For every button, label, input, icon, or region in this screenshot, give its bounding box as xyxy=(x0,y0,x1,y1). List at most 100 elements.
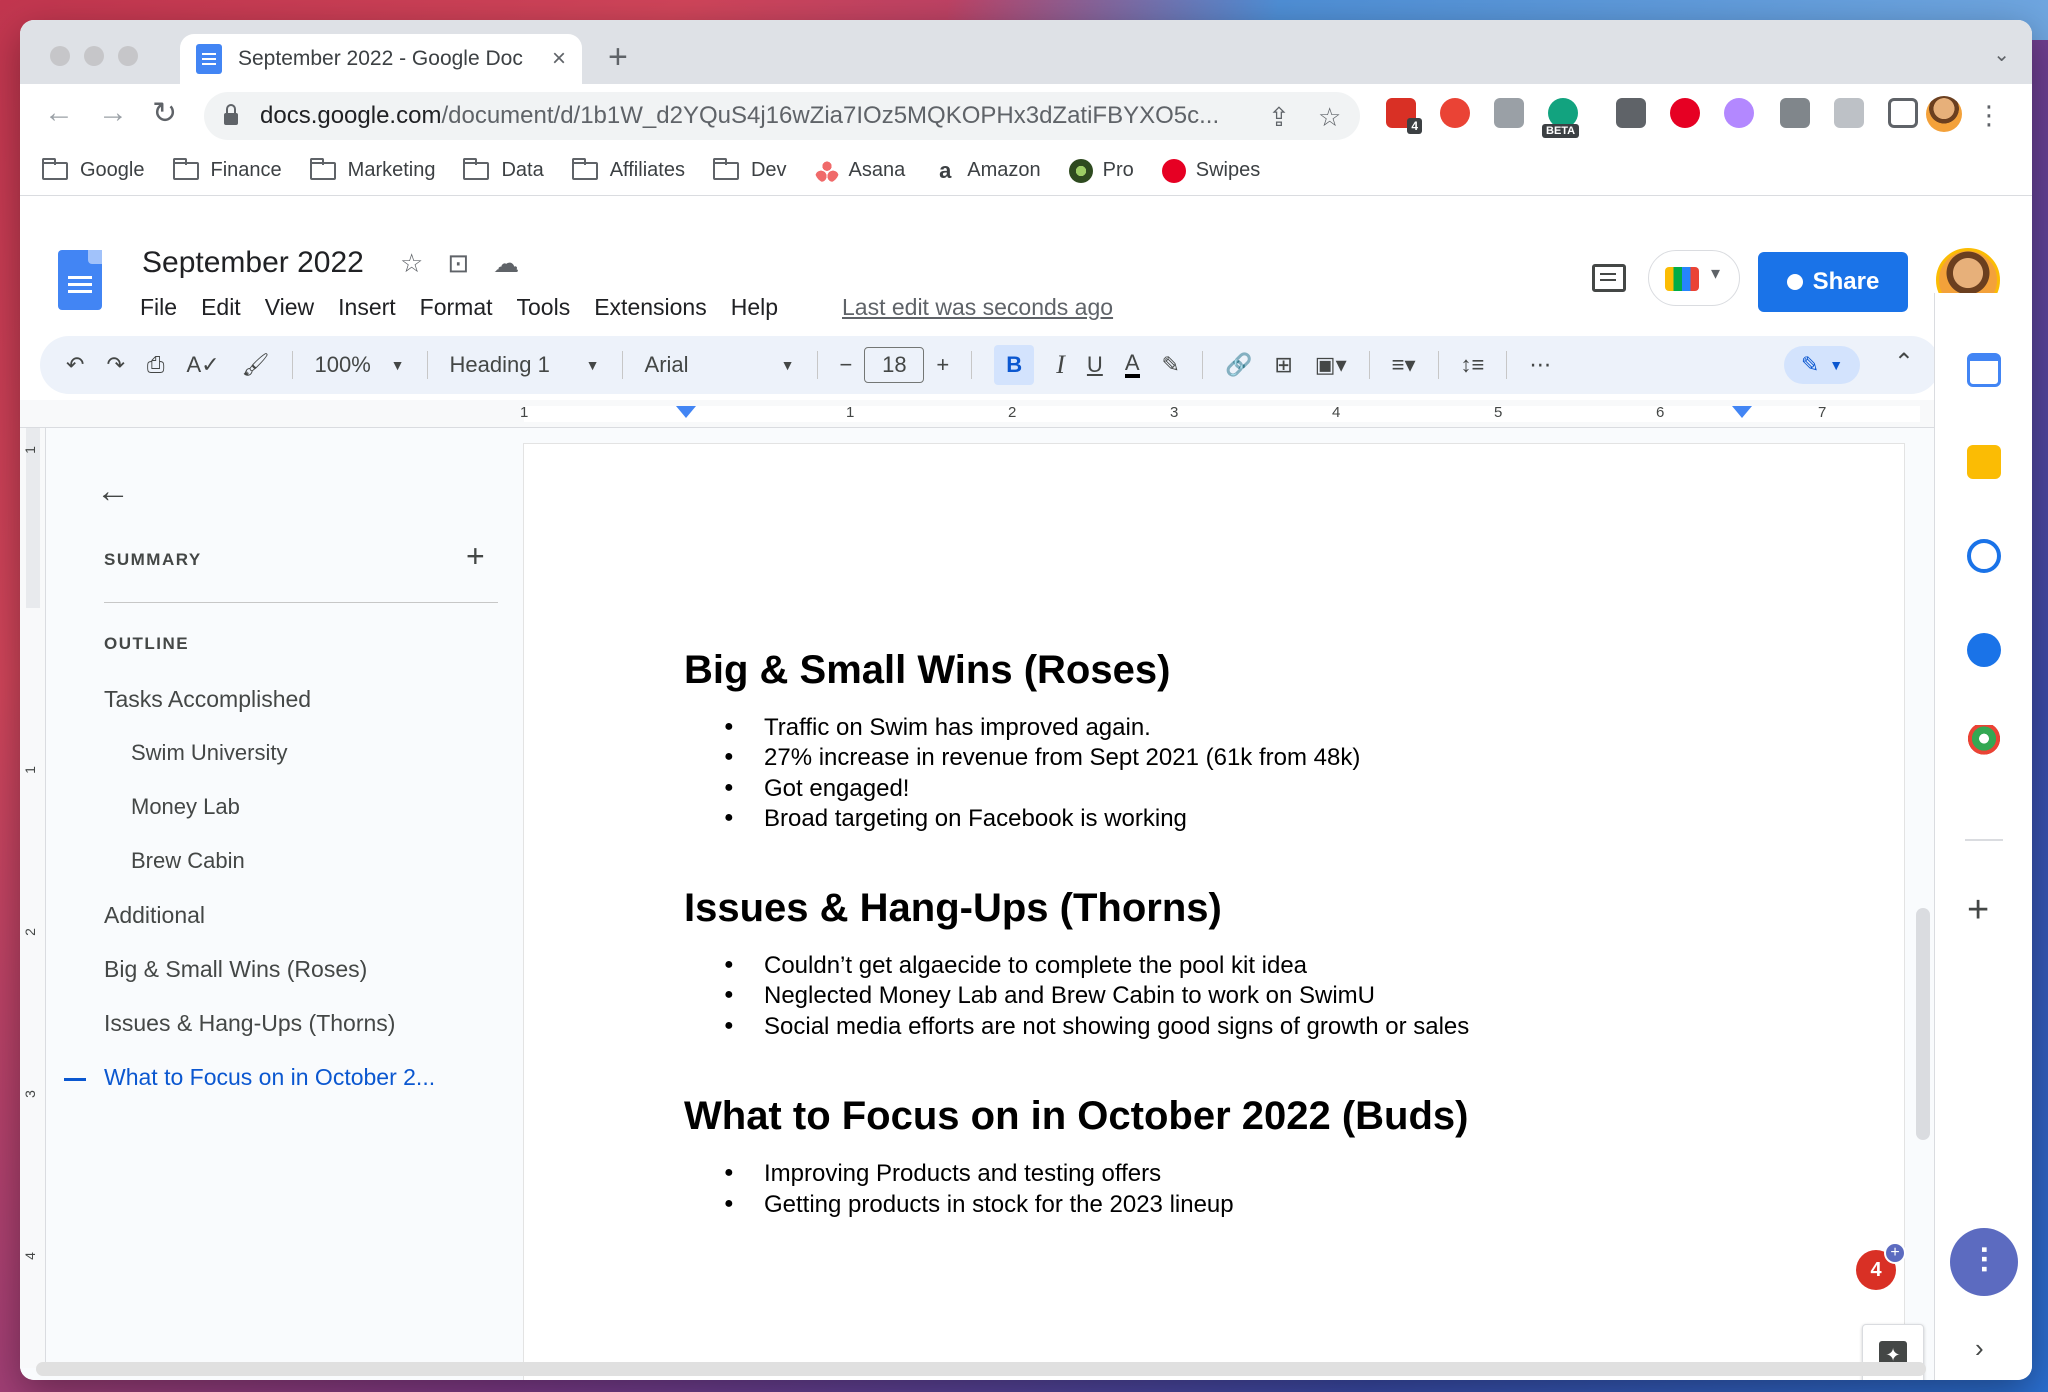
outline-item-swim-university[interactable]: Swim University xyxy=(131,740,287,766)
paragraph-style-select[interactable]: Heading 1 ▼ xyxy=(450,352,600,378)
left-indent-marker[interactable] xyxy=(676,406,696,418)
keep-icon[interactable] xyxy=(1967,445,2001,479)
tab-close-icon[interactable]: × xyxy=(552,45,566,73)
floating-assistant-icon[interactable]: ⫶ xyxy=(1950,1228,2018,1296)
increase-font-size-button[interactable]: + xyxy=(936,352,949,378)
profile-avatar[interactable] xyxy=(1926,96,1962,132)
cloud-saved-icon[interactable]: ☁ xyxy=(493,248,519,279)
move-folder-icon[interactable]: ⊡ xyxy=(447,248,469,279)
italic-button[interactable]: I xyxy=(1056,350,1065,380)
outline-item-brew-cabin[interactable]: Brew Cabin xyxy=(131,848,245,874)
bookmark-finance[interactable]: Finance xyxy=(172,157,282,182)
add-comment-icon[interactable]: ⊞ xyxy=(1274,352,1292,378)
heading-thorns[interactable]: Issues & Hang-Ups (Thorns) xyxy=(684,886,1222,931)
text-color-button[interactable]: A xyxy=(1124,352,1140,378)
calendar-icon[interactable] xyxy=(1967,353,2001,387)
share-page-icon[interactable]: ⇪ xyxy=(1268,102,1290,133)
more-options-icon[interactable]: ⋯ xyxy=(1529,352,1551,378)
list-item[interactable]: Couldn’t get algaecide to complete the p… xyxy=(724,952,1307,980)
menu-help[interactable]: Help xyxy=(731,294,778,321)
outline-item-additional[interactable]: Additional xyxy=(104,902,205,929)
insert-link-icon[interactable]: 🔗 xyxy=(1225,352,1252,378)
extension-pinterest-icon[interactable] xyxy=(1670,98,1700,128)
vertical-scrollbar-thumb[interactable] xyxy=(1916,908,1930,1140)
document-page[interactable]: Big & Small Wins (Roses) Traffic on Swim… xyxy=(524,444,1904,1380)
list-item[interactable]: Social media efforts are not showing goo… xyxy=(724,1013,1469,1041)
extension-cloud-icon[interactable] xyxy=(1724,98,1754,128)
last-edit-link[interactable]: Last edit was seconds ago xyxy=(842,294,1113,321)
back-arrow-icon[interactable]: ← xyxy=(44,96,74,130)
docs-logo-icon[interactable] xyxy=(58,250,102,310)
list-item[interactable]: Got engaged! xyxy=(724,775,909,803)
highlight-icon[interactable]: ✎ xyxy=(1162,352,1180,378)
bookmark-asana[interactable]: Asana xyxy=(814,158,905,183)
tasks-icon[interactable] xyxy=(1967,539,2001,573)
browser-menu-icon[interactable]: ⋮ xyxy=(1976,100,2002,131)
comment-history-icon[interactable] xyxy=(1592,264,1626,292)
editing-mode-button[interactable]: ✎ ▼ xyxy=(1784,346,1860,384)
menu-file[interactable]: File xyxy=(140,294,177,321)
list-item[interactable]: 27% increase in revenue from Sept 2021 (… xyxy=(724,744,1360,772)
forward-arrow-icon[interactable]: → xyxy=(98,96,128,130)
line-spacing-icon[interactable]: ↕≡ xyxy=(1461,352,1485,378)
share-button[interactable]: Share xyxy=(1758,252,1908,312)
new-tab-button[interactable]: + xyxy=(608,38,628,77)
print-icon[interactable]: ⎙ xyxy=(147,352,165,378)
collapse-menus-chevron-up-icon[interactable]: ⌃ xyxy=(1894,348,1914,377)
font-select[interactable]: Arial ▼ xyxy=(645,352,795,378)
insert-image-icon[interactable]: ▣▾ xyxy=(1315,352,1347,378)
window-close-button[interactable] xyxy=(50,46,70,66)
bookmark-amazon[interactable]: a Amazon xyxy=(933,158,1041,183)
undo-icon[interactable]: ↶ xyxy=(66,352,84,378)
document-title[interactable]: September 2022 xyxy=(142,246,364,280)
bookmark-affiliates[interactable]: Affiliates xyxy=(571,157,685,182)
align-icon[interactable]: ≡▾ xyxy=(1392,352,1416,378)
menu-tools[interactable]: Tools xyxy=(517,294,571,321)
extension-grammar-icon[interactable]: BETA xyxy=(1542,98,1580,138)
outline-item-money-lab[interactable]: Money Lab xyxy=(131,794,240,820)
list-item[interactable]: Improving Products and testing offers xyxy=(724,1160,1161,1188)
outline-item-buds[interactable]: What to Focus on in October 2... xyxy=(104,1064,435,1091)
zoom-select[interactable]: 100% ▼ xyxy=(315,352,405,378)
add-summary-button[interactable]: + xyxy=(466,538,485,575)
side-panel-icon[interactable] xyxy=(1888,98,1918,128)
list-item[interactable]: Getting products in stock for the 2023 l… xyxy=(724,1191,1234,1219)
reload-icon[interactable]: ↻ xyxy=(152,96,177,131)
reading-list-icon[interactable] xyxy=(1834,98,1864,128)
tab-search-chevron-icon[interactable]: ⌄ xyxy=(1993,42,2010,67)
maps-icon[interactable] xyxy=(1967,725,2001,759)
decrease-font-size-button[interactable]: − xyxy=(840,352,853,378)
right-indent-marker[interactable] xyxy=(1732,406,1752,418)
extension-calendar-icon[interactable]: 4 xyxy=(1386,98,1422,134)
paint-format-icon[interactable]: 🖌 xyxy=(242,352,270,378)
bookmark-star-icon[interactable]: ☆ xyxy=(1318,102,1341,133)
window-minimize-button[interactable] xyxy=(84,46,104,66)
menu-insert[interactable]: Insert xyxy=(338,294,396,321)
outline-item-roses[interactable]: Big & Small Wins (Roses) xyxy=(104,956,367,983)
outline-item-thorns[interactable]: Issues & Hang-Ups (Thorns) xyxy=(104,1010,395,1037)
underline-button[interactable]: U xyxy=(1087,352,1103,378)
add-addon-button[interactable]: + xyxy=(1967,889,1989,932)
window-zoom-button[interactable] xyxy=(118,46,138,66)
extension-adblock-icon[interactable] xyxy=(1440,98,1470,128)
bookmark-data[interactable]: Data xyxy=(463,157,544,182)
show-side-panel-chevron-icon[interactable]: › xyxy=(1975,1333,1984,1364)
extension-paint-icon[interactable] xyxy=(1616,98,1646,128)
bold-button[interactable]: B xyxy=(994,345,1035,385)
bookmark-swipes[interactable]: Swipes xyxy=(1161,158,1260,183)
list-item[interactable]: Broad targeting on Facebook is working xyxy=(724,805,1187,833)
browser-tab-active[interactable]: September 2022 - Google Doc × xyxy=(180,34,582,84)
bookmark-marketing[interactable]: Marketing xyxy=(309,157,435,182)
star-icon[interactable]: ☆ xyxy=(400,248,423,279)
redo-icon[interactable]: ↷ xyxy=(106,352,124,378)
bookmark-dev[interactable]: Dev xyxy=(712,157,787,182)
menu-view[interactable]: View xyxy=(265,294,314,321)
spellcheck-icon[interactable]: A✓ xyxy=(186,352,219,378)
extension-code-icon[interactable] xyxy=(1494,98,1524,128)
menu-edit[interactable]: Edit xyxy=(201,294,241,321)
font-size-input[interactable]: 18 xyxy=(864,347,925,383)
menu-extensions[interactable]: Extensions xyxy=(594,294,707,321)
list-item[interactable]: Neglected Money Lab and Brew Cabin to wo… xyxy=(724,982,1375,1010)
menu-format[interactable]: Format xyxy=(420,294,493,321)
outline-item-tasks-accomplished[interactable]: Tasks Accomplished xyxy=(104,686,311,713)
